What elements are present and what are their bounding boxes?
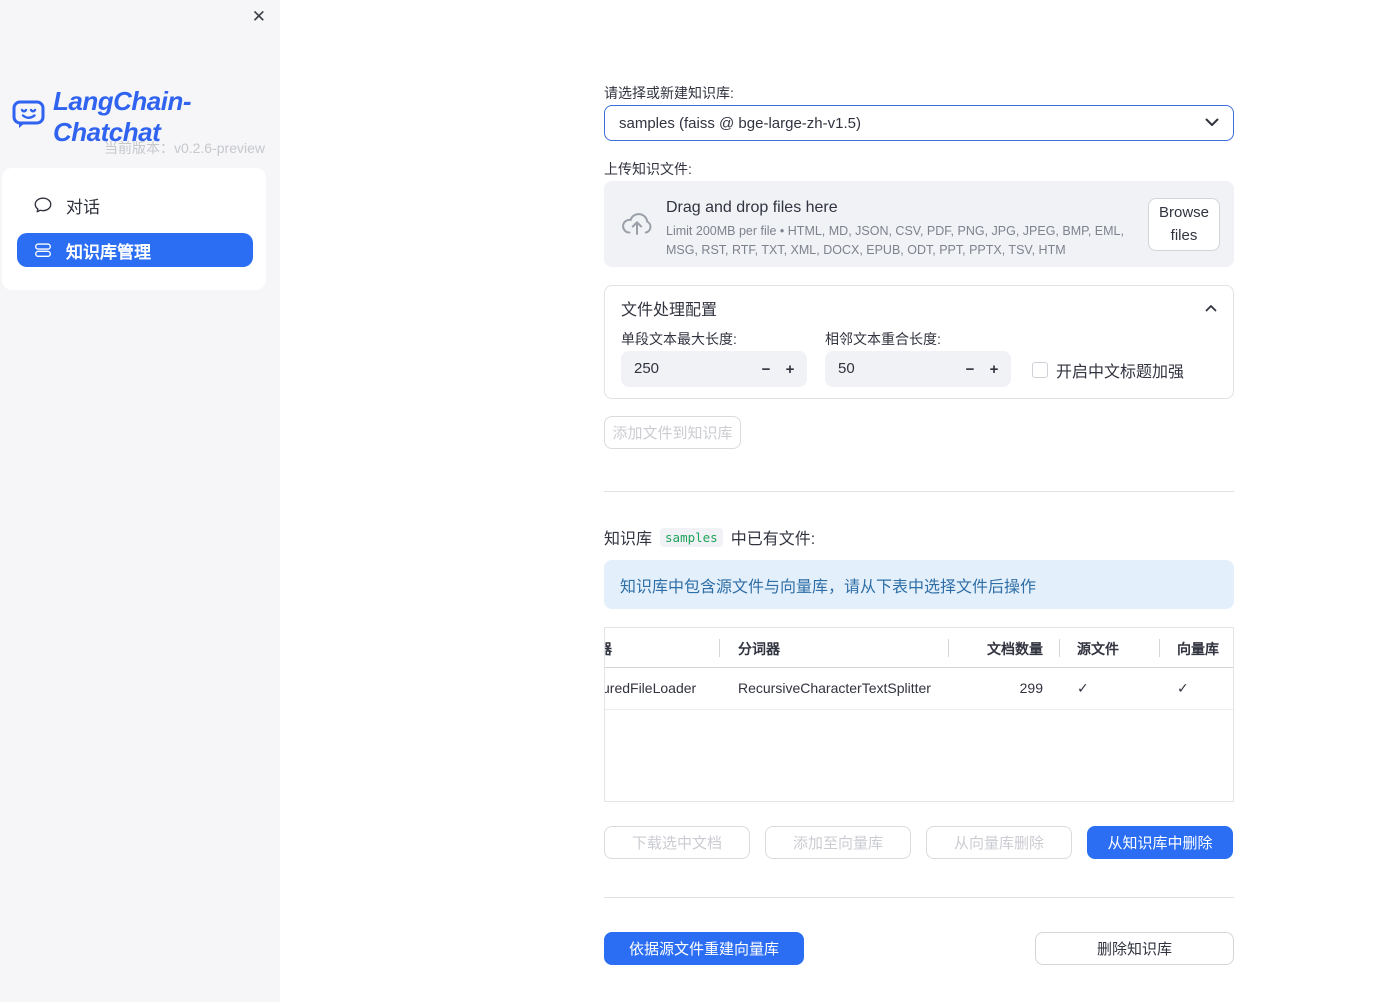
overlap-size-input[interactable]: 50 − +: [825, 351, 1011, 387]
chunk-size-label: 单段文本最大长度:: [621, 331, 737, 347]
browse-files-button[interactable]: Browse files: [1148, 198, 1220, 251]
rebuild-vector-store-button[interactable]: 依据源文件重建向量库: [604, 932, 804, 965]
sidebar-item-knowledge-base[interactable]: 知识库管理: [17, 233, 253, 267]
chunk-size-decrement-button[interactable]: −: [753, 351, 779, 387]
expander-title: 文件处理配置: [621, 302, 718, 319]
cell-docs-count: 299: [1019, 680, 1043, 696]
column-divider: [1159, 639, 1160, 657]
overlap-size-label: 相邻文本重合长度:: [825, 331, 941, 347]
col-splitter-header: 分词器: [738, 641, 780, 657]
overlap-size-value: 50: [838, 360, 855, 377]
sidebar-item-label: 知识库管理: [66, 242, 151, 262]
dropzone-title: Drag and drop files here: [666, 199, 838, 216]
zh-title-enhance-checkbox[interactable]: 开启中文标题加强: [1032, 358, 1184, 382]
col-loader-header: 器: [605, 639, 619, 659]
col-vector-header: 向量库: [1177, 641, 1219, 657]
table-row[interactable]: uredFileLoader RecursiveCharacterTextSpl…: [605, 668, 1233, 710]
col-source-header: 源文件: [1077, 641, 1119, 657]
delete-kb-button[interactable]: 删除知识库: [1035, 932, 1234, 965]
logo-chat-icon: [12, 99, 46, 136]
kb-files-table[interactable]: 器 分词器 文档数量 源文件 向量库 uredFileLoader Recurs…: [604, 627, 1234, 802]
expander-header[interactable]: 文件处理配置: [605, 286, 1233, 322]
download-selected-button[interactable]: 下载选中文档: [604, 826, 750, 859]
knowledge-base-icon: [33, 240, 53, 260]
cell-source-check: ✓: [1077, 680, 1089, 696]
divider: [604, 897, 1234, 898]
overlap-size-decrement-button[interactable]: −: [957, 351, 983, 387]
app-window: ✕ LangChain-Chatchat 当前版本：v0.2.6-preview: [0, 0, 1380, 1002]
overlap-size-increment-button[interactable]: +: [981, 351, 1007, 387]
kb-name-code: samples: [660, 527, 723, 547]
chevron-down-icon: [1205, 114, 1219, 132]
delete-from-kb-button[interactable]: 从知识库中删除: [1087, 826, 1233, 859]
cell-loader: uredFileLoader: [605, 680, 697, 696]
sidebar-item-dialogue[interactable]: 对话: [17, 188, 253, 222]
file-config-expander: 文件处理配置 单段文本最大长度: 250 − + 相邻文本重合长度: 50 − …: [604, 285, 1234, 399]
sidebar: ✕ LangChain-Chatchat 当前版本：v0.2.6-preview: [0, 0, 280, 1002]
dropzone-limit-text: Limit 200MB per file • HTML, MD, JSON, C…: [666, 224, 1124, 258]
info-banner: 知识库中包含源文件与向量库，请从下表中选择文件后操作: [604, 560, 1234, 609]
chunk-size-input[interactable]: 250 − +: [621, 351, 807, 387]
kb-select-label: 请选择或新建知识库:: [604, 85, 734, 101]
sidebar-close-icon[interactable]: ✕: [252, 6, 266, 28]
sidebar-menu: 对话 知识库管理: [2, 168, 266, 290]
chat-bubble-icon: [33, 195, 53, 215]
cloud-upload-icon: [619, 207, 655, 246]
checkbox-box[interactable]: [1032, 362, 1048, 378]
column-divider: [719, 639, 720, 657]
cell-vector-check: ✓: [1177, 680, 1189, 696]
main-content: 请选择或新建知识库: samples (faiss @ bge-large-zh…: [604, 0, 1234, 1002]
chunk-size-increment-button[interactable]: +: [777, 351, 803, 387]
chunk-size-value: 250: [634, 360, 660, 377]
version-text: 当前版本：v0.2.6-preview: [103, 140, 265, 156]
sidebar-item-label: 对话: [66, 197, 100, 217]
file-dropzone[interactable]: Drag and drop files here Limit 200MB per…: [604, 181, 1234, 267]
column-divider: [1059, 639, 1060, 657]
add-to-vector-store-button[interactable]: 添加至向量库: [765, 826, 911, 859]
add-files-to-kb-button[interactable]: 添加文件到知识库: [604, 416, 741, 449]
chevron-up-icon: [1205, 299, 1217, 317]
kb-select[interactable]: samples (faiss @ bge-large-zh-v1.5): [604, 105, 1234, 141]
checkbox-label: 开启中文标题加强: [1056, 364, 1185, 381]
col-docs-header: 文档数量: [987, 641, 1043, 657]
delete-from-vector-store-button[interactable]: 从向量库删除: [926, 826, 1072, 859]
cell-splitter: RecursiveCharacterTextSplitter: [738, 680, 931, 696]
upload-label: 上传知识文件:: [604, 161, 692, 177]
kb-files-heading: 知识库 samples 中已有文件:: [604, 527, 816, 548]
kb-select-value: samples (faiss @ bge-large-zh-v1.5): [619, 114, 861, 132]
divider: [604, 491, 1234, 492]
table-header-row: 器 分词器 文档数量 源文件 向量库: [605, 628, 1233, 668]
